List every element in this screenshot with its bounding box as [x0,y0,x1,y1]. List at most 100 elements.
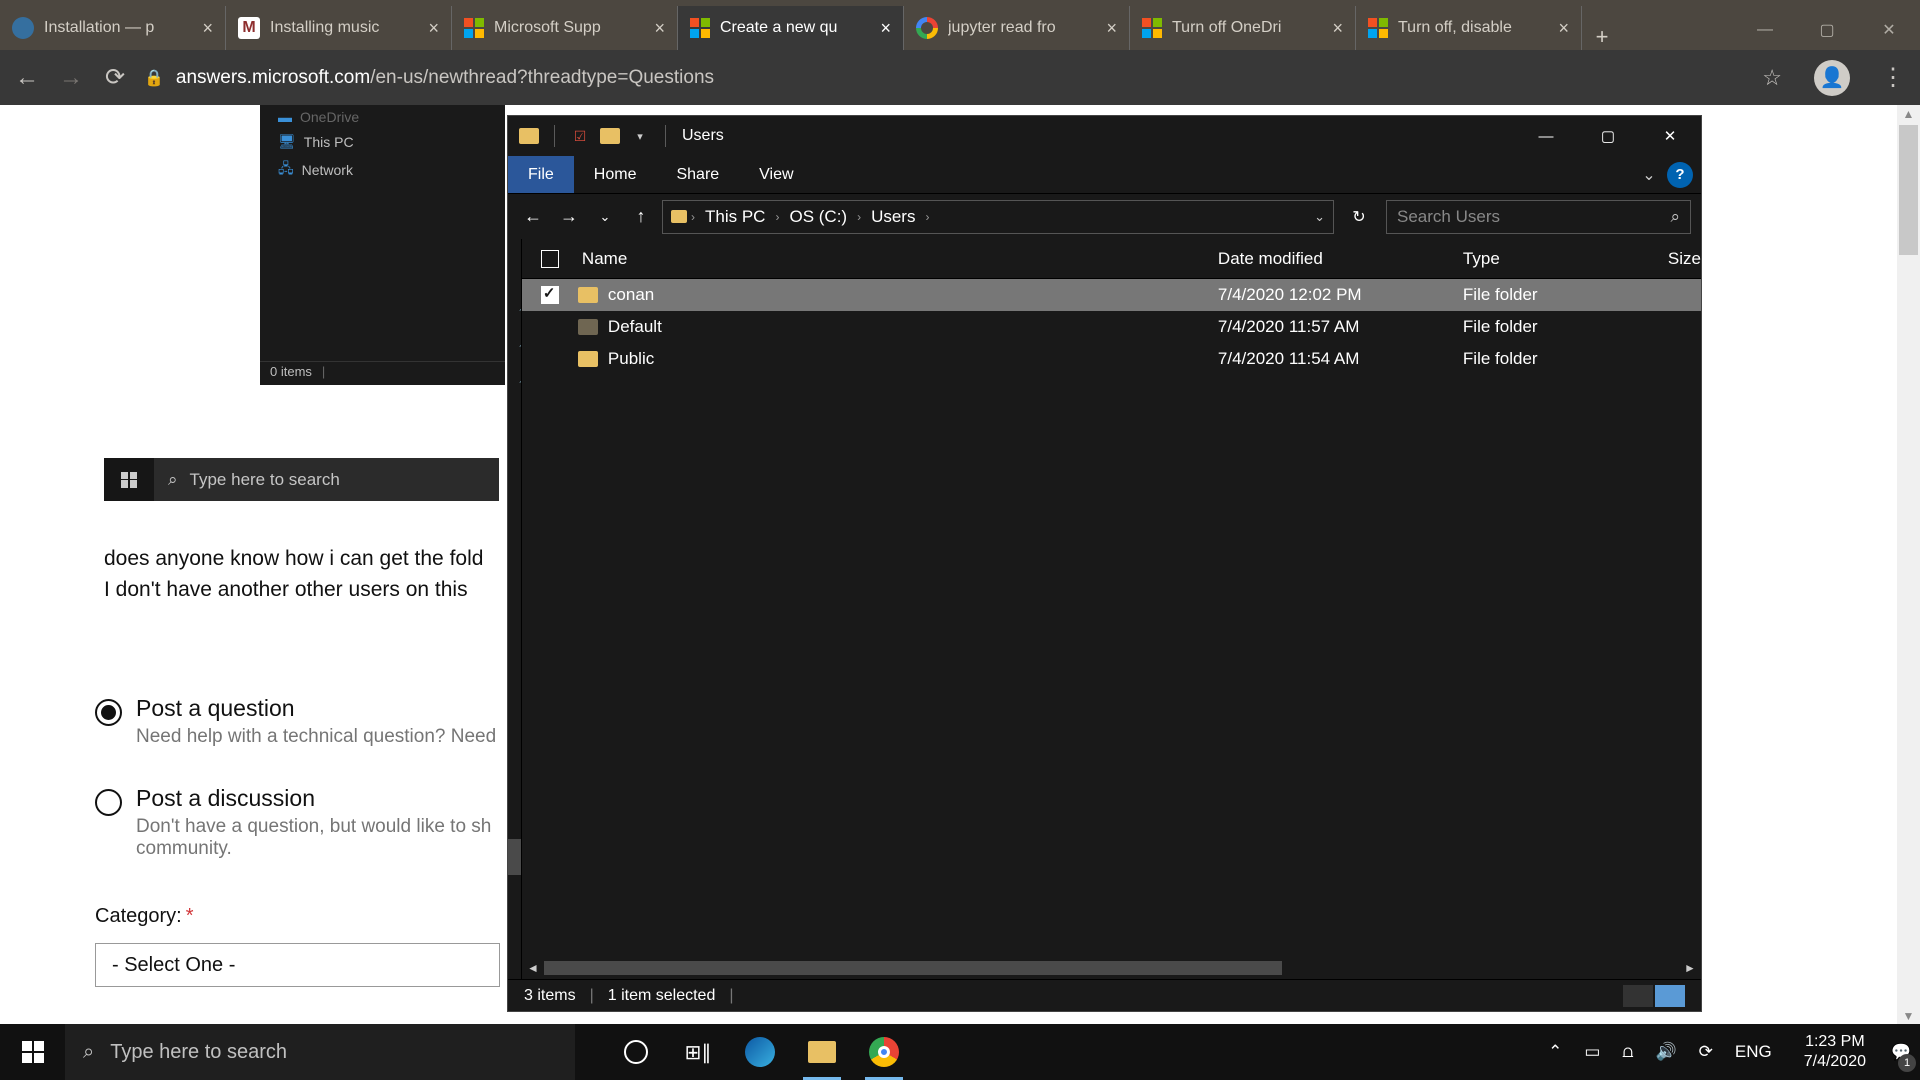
task-view-icon[interactable]: ⊞∥ [667,1024,729,1080]
address-bar[interactable]: 🔒 answers.microsoft.com/en-us/newthread?… [144,67,1748,89]
dropdown-icon[interactable]: ⌄ [1314,209,1325,225]
forward-icon[interactable]: → [56,64,86,92]
radio-selected[interactable] [95,699,122,726]
sidebar-item[interactable]: cse30 [508,393,522,429]
profile-avatar[interactable]: 👤 [1814,60,1850,96]
cortana-icon[interactable] [605,1024,667,1080]
scroll-down-icon[interactable]: ▼ [1897,1009,1920,1023]
sidebar-item[interactable]: scans [508,465,522,501]
breadcrumb[interactable]: OS (C:) [783,207,853,227]
up-icon[interactable]: ↑ [626,206,656,227]
close-icon[interactable]: × [202,18,213,39]
close-icon[interactable]: × [654,18,665,39]
refresh-icon[interactable]: ↻ [1344,207,1374,227]
scrollbar-thumb[interactable] [1899,125,1918,255]
file-row[interactable]: Default 7/4/2020 11:57 AM File folder [522,311,1701,343]
maximize-icon[interactable]: ▢ [1796,20,1858,40]
column-header-name[interactable]: Name [578,249,1218,269]
chevron-right-icon[interactable]: › [853,210,865,224]
close-icon[interactable]: ✕ [1858,20,1920,40]
file-explorer-icon[interactable] [791,1024,853,1080]
menu-icon[interactable]: ⋮ [1878,63,1908,92]
chevron-right-icon[interactable]: › [771,210,783,224]
sidebar-item[interactable]: Downloads [508,695,522,731]
horizontal-scrollbar[interactable]: ◄ ► [522,957,1701,979]
wifi-icon[interactable]: ⩍ [1622,1042,1633,1062]
select-all-checkbox[interactable] [541,250,559,268]
chrome-icon[interactable] [853,1024,915,1080]
ribbon-tab-view[interactable]: View [739,156,813,193]
new-tab-button[interactable]: + [1582,24,1622,50]
scroll-up-icon[interactable]: ▲ [1897,105,1920,121]
history-dropdown-icon[interactable]: ⌄ [590,209,620,225]
scroll-left-icon[interactable]: ◄ [522,961,544,975]
battery-icon[interactable]: ▭ [1584,1042,1600,1062]
scroll-right-icon[interactable]: ► [1679,961,1701,975]
sidebar-network[interactable]: 🖧 Network [508,889,522,925]
file-row[interactable]: Public 7/4/2020 11:54 AM File folder [522,343,1701,375]
browser-tab[interactable]: M Installing music × [226,6,452,50]
sidebar-item[interactable]: 3D Objects [508,587,522,623]
sidebar-item[interactable]: testingpa2 [508,501,522,537]
sidebar-item[interactable]: Desktop [508,623,522,659]
chevron-right-icon[interactable]: › [921,210,933,224]
radio-unselected[interactable] [95,789,122,816]
column-header-date[interactable]: Date modified [1218,249,1463,269]
browser-tab[interactable]: Installation — p × [0,6,226,50]
search-icon[interactable]: ⌕ [1670,207,1680,227]
ribbon-tab-file[interactable]: File [508,156,574,193]
language-indicator[interactable]: ENG [1735,1042,1772,1062]
taskbar-clock[interactable]: 1:23 PM 7/4/2020 [1788,1032,1882,1072]
close-icon[interactable]: × [1558,18,1569,39]
checkbox-icon[interactable]: ☑ [569,125,591,147]
search-box[interactable]: Search Users ⌕ [1386,200,1691,234]
close-icon[interactable]: ✕ [1639,116,1701,156]
forward-icon[interactable]: → [554,206,584,227]
fe-titlebar[interactable]: ☑ ▾ Users — ▢ ✕ [508,116,1701,156]
sidebar-item[interactable]: Documents📌 [508,357,522,393]
option-post-discussion[interactable]: Post a discussion Don't have a question,… [95,785,491,860]
browser-tab[interactable]: Microsoft Supp × [452,6,678,50]
browser-tab-active[interactable]: Create a new qu × [678,6,904,50]
row-checkbox[interactable] [541,286,559,304]
close-icon[interactable]: × [880,18,891,39]
minimize-icon[interactable]: — [1515,116,1577,156]
sidebar-item[interactable]: Pictures [508,767,522,803]
sync-icon[interactable]: ⟳ [1699,1042,1713,1062]
taskbar-search-box[interactable]: ⌕ Type here to search [65,1024,575,1080]
sidebar-this-pc[interactable]: 🖥 This PC [508,551,522,587]
back-icon[interactable]: ← [518,206,548,227]
help-icon[interactable]: ? [1667,162,1693,188]
column-header-type[interactable]: Type [1463,249,1668,269]
file-row[interactable]: conan 7/4/2020 12:02 PM File folder [522,279,1701,311]
back-icon[interactable]: ← [12,64,42,92]
chevron-right-icon[interactable]: › [687,210,699,224]
browser-tab[interactable]: jupyter read fro × [904,6,1130,50]
view-large-icons-icon[interactable] [1655,985,1685,1007]
minimize-icon[interactable]: — [1734,21,1796,39]
sidebar-quick-access[interactable]: ★ Quick access [508,249,522,285]
tray-expand-icon[interactable]: ⌃ [1548,1042,1562,1062]
start-button[interactable] [0,1024,65,1080]
column-header-size[interactable]: Size [1668,249,1701,269]
option-post-question[interactable]: Post a question Need help with a technic… [95,695,496,748]
browser-tab[interactable]: Turn off, disable × [1356,6,1582,50]
breadcrumb[interactable]: Users [865,207,921,227]
scrollbar-thumb[interactable] [544,961,1282,975]
breadcrumb[interactable]: This PC [699,207,771,227]
bookmark-icon[interactable]: ☆ [1762,65,1782,91]
view-details-icon[interactable] [1623,985,1653,1007]
address-bar[interactable]: › This PC › OS (C:) › Users › ⌄ [662,200,1334,234]
reload-icon[interactable]: ⟳ [100,63,130,92]
browser-tab[interactable]: Turn off OneDri × [1130,6,1356,50]
close-icon[interactable]: × [428,18,439,39]
category-select[interactable]: - Select One - [95,943,500,987]
ribbon-tab-home[interactable]: Home [574,156,657,193]
ribbon-tab-share[interactable]: Share [656,156,739,193]
maximize-icon[interactable]: ▢ [1577,116,1639,156]
sidebar-item[interactable]: Music [508,731,522,767]
close-icon[interactable]: × [1106,18,1117,39]
sidebar-item[interactable]: OS (C:) [508,839,522,875]
ribbon-expand-icon[interactable]: ⌄ [1631,156,1667,193]
sidebar-item[interactable]: Pictures [508,429,522,465]
